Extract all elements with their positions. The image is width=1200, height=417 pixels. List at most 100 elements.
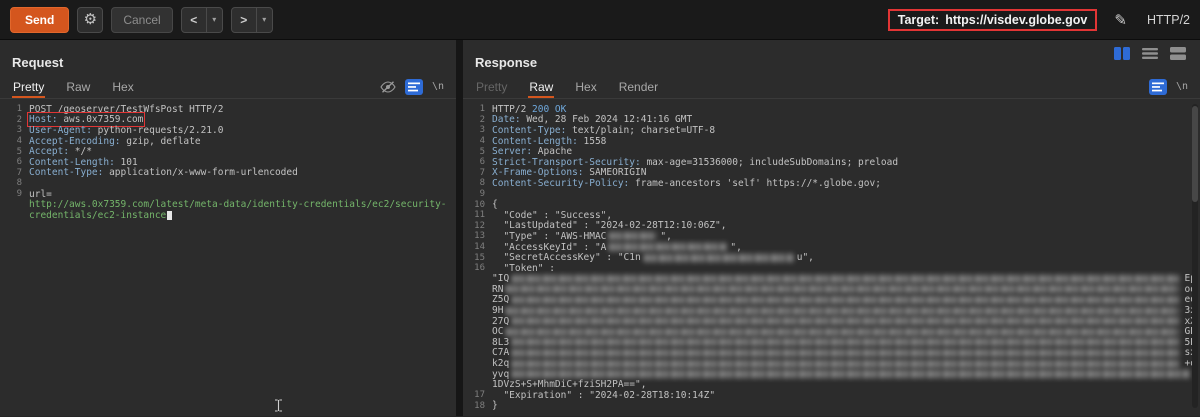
line-number: 2 [16, 114, 22, 125]
line-number: 9 [16, 189, 22, 200]
history-forward-dropdown[interactable]: ▾ [256, 6, 273, 33]
code-text: ", [660, 230, 672, 242]
code-line: 13 "Type" : "AWS-HMAC ", [465, 231, 1196, 242]
line-number: 1 [16, 104, 22, 115]
redacted-blur [512, 338, 1179, 347]
request-panel: Request Pretty Raw Hex \n 1 POST /geoser… [0, 40, 456, 416]
line-number: 3 [16, 125, 22, 136]
response-tab-bar: Pretty Raw Hex Render \n [463, 75, 1200, 99]
code-line: 5 Server: Apache [465, 146, 1196, 157]
code-line: 10 { [465, 199, 1196, 210]
code-line: 8 [2, 178, 452, 189]
panel-divider[interactable] [456, 40, 463, 416]
wrap-lines-icon[interactable] [404, 78, 423, 95]
line-number: 10 [474, 199, 485, 210]
code-text: C7A [492, 347, 510, 359]
code-line: 6 Content-Length: 101 [2, 157, 452, 168]
line-number: 7 [16, 167, 22, 178]
code-line: 17 "Expiration" : "2024-02-28T18:10:14Z" [465, 390, 1196, 401]
code-line: Z5Q eq [465, 294, 1196, 305]
request-editor[interactable]: 1 POST /geoserver/TestWfsPost HTTP/2 2 Host… [0, 99, 456, 221]
request-tab-raw[interactable]: Raw [65, 76, 91, 98]
code-text: max-age=31536000; includeSubDomains; pre… [640, 156, 899, 168]
history-forward-group: > ▾ [230, 6, 273, 33]
code-line: 15 "SecretAccessKey" : "C1n u", [465, 252, 1196, 263]
code-text: text/plain; charset=UTF-8 [566, 124, 716, 136]
newline-toggle-icon[interactable]: \n [432, 81, 444, 92]
wrap-lines-icon[interactable] [1148, 78, 1167, 95]
line-number: 18 [474, 400, 485, 411]
line-number: 2 [479, 114, 485, 125]
response-scrollbar[interactable] [1192, 104, 1198, 408]
response-editor-icons: \n [1148, 78, 1188, 95]
request-tab-pretty[interactable]: Pretty [12, 76, 45, 98]
history-forward-button[interactable]: > [230, 6, 257, 33]
code-text: 200 OK [532, 103, 567, 115]
redacted-blur [609, 243, 728, 252]
code-text: Content-Length: [29, 156, 115, 168]
history-back-button[interactable]: < [180, 6, 207, 33]
code-text: Content-Length: [492, 135, 578, 147]
code-line: "IQ Ep [465, 273, 1196, 284]
response-tab-hex[interactable]: Hex [574, 76, 597, 98]
code-text: User-Agent: [29, 124, 92, 136]
line-number: 8 [479, 178, 485, 189]
code-text: u", [796, 252, 814, 264]
line-number: 5 [479, 146, 485, 157]
code-line: 16 "Token" : [465, 263, 1196, 274]
code-line: 9 url= [2, 189, 452, 200]
code-text: "Code" : "Success", [492, 209, 613, 221]
code-line: k2q +q [465, 358, 1196, 369]
code-text: "Type" : "AWS-HMAC [492, 230, 607, 242]
send-button[interactable]: Send [10, 6, 70, 33]
edit-target-icon[interactable]: ✎ [1114, 11, 1127, 29]
code-text: credentials/ec2-instance [29, 209, 167, 221]
layout-columns-icon[interactable] [1114, 47, 1130, 60]
code-text: 101 [114, 156, 138, 168]
code-text: { [492, 199, 498, 211]
code-text: "Token" : [492, 262, 555, 274]
code-text: "Expiration" : "2024-02-28T18:10:14Z" [492, 389, 716, 401]
view-layout-switcher [1114, 47, 1186, 60]
code-line: 1DVzS+S+MhmDiC+fziSH2PA==", [465, 379, 1196, 390]
code-line: 9H 3x [465, 305, 1196, 316]
code-text: RN [492, 283, 504, 295]
cancel-button[interactable]: Cancel [111, 6, 173, 33]
redacted-blur [506, 327, 1179, 336]
request-editor-icons: \n [380, 78, 444, 95]
code-line: RN oq [465, 284, 1196, 295]
response-tab-raw[interactable]: Raw [528, 76, 554, 98]
code-text: Content-Type: [492, 124, 567, 136]
history-back-dropdown[interactable]: ▾ [206, 6, 223, 33]
code-line: 8L3 5B [465, 337, 1196, 348]
chevron-down-icon: ▾ [212, 15, 217, 24]
scrollbar-thumb[interactable] [1192, 106, 1198, 202]
hide-nonprinting-icon[interactable] [380, 80, 396, 93]
code-line: 2 Host: aws.0x7359.com [2, 112, 452, 128]
newline-toggle-icon[interactable]: \n [1176, 81, 1188, 92]
code-text: http://aws.0x7359.com/latest/meta-data/i… [29, 199, 447, 211]
code-text: 27Q [492, 315, 510, 327]
code-text: url= [29, 188, 52, 200]
redacted-blur [506, 285, 1179, 294]
code-text: gzip, deflate [120, 135, 201, 147]
settings-button[interactable]: ⚙ [77, 6, 104, 33]
layout-single-icon[interactable] [1170, 47, 1186, 60]
line-number: 8 [16, 178, 22, 189]
code-text: yvq [492, 368, 510, 380]
code-line: 27Q xX [465, 316, 1196, 327]
response-tab-pretty[interactable]: Pretty [475, 76, 508, 98]
code-text: 1DVzS+S+MhmDiC+fziSH2PA==", [492, 379, 647, 391]
code-line: 9 [465, 189, 1196, 200]
line-number: 17 [474, 390, 485, 401]
newline-glyph: \n [1175, 81, 1188, 92]
code-line: 5 Accept: */* [2, 146, 452, 157]
code-text: SAMEORIGIN [583, 167, 647, 179]
layout-rows-icon[interactable] [1142, 47, 1158, 60]
code-text: frame-ancestors 'self' https://*.globe.g… [629, 177, 881, 189]
code-line: 3 Content-Type: text/plain; charset=UTF-8 [465, 125, 1196, 136]
response-tab-render[interactable]: Render [618, 76, 659, 98]
response-editor[interactable]: 1 HTTP/2 200 OK 2 Date: Wed, 28 Feb 2024 12… [463, 99, 1200, 412]
code-text: POST /geoserver/TestWfsPost HTTP/2 [29, 103, 224, 115]
request-tab-hex[interactable]: Hex [111, 76, 134, 98]
